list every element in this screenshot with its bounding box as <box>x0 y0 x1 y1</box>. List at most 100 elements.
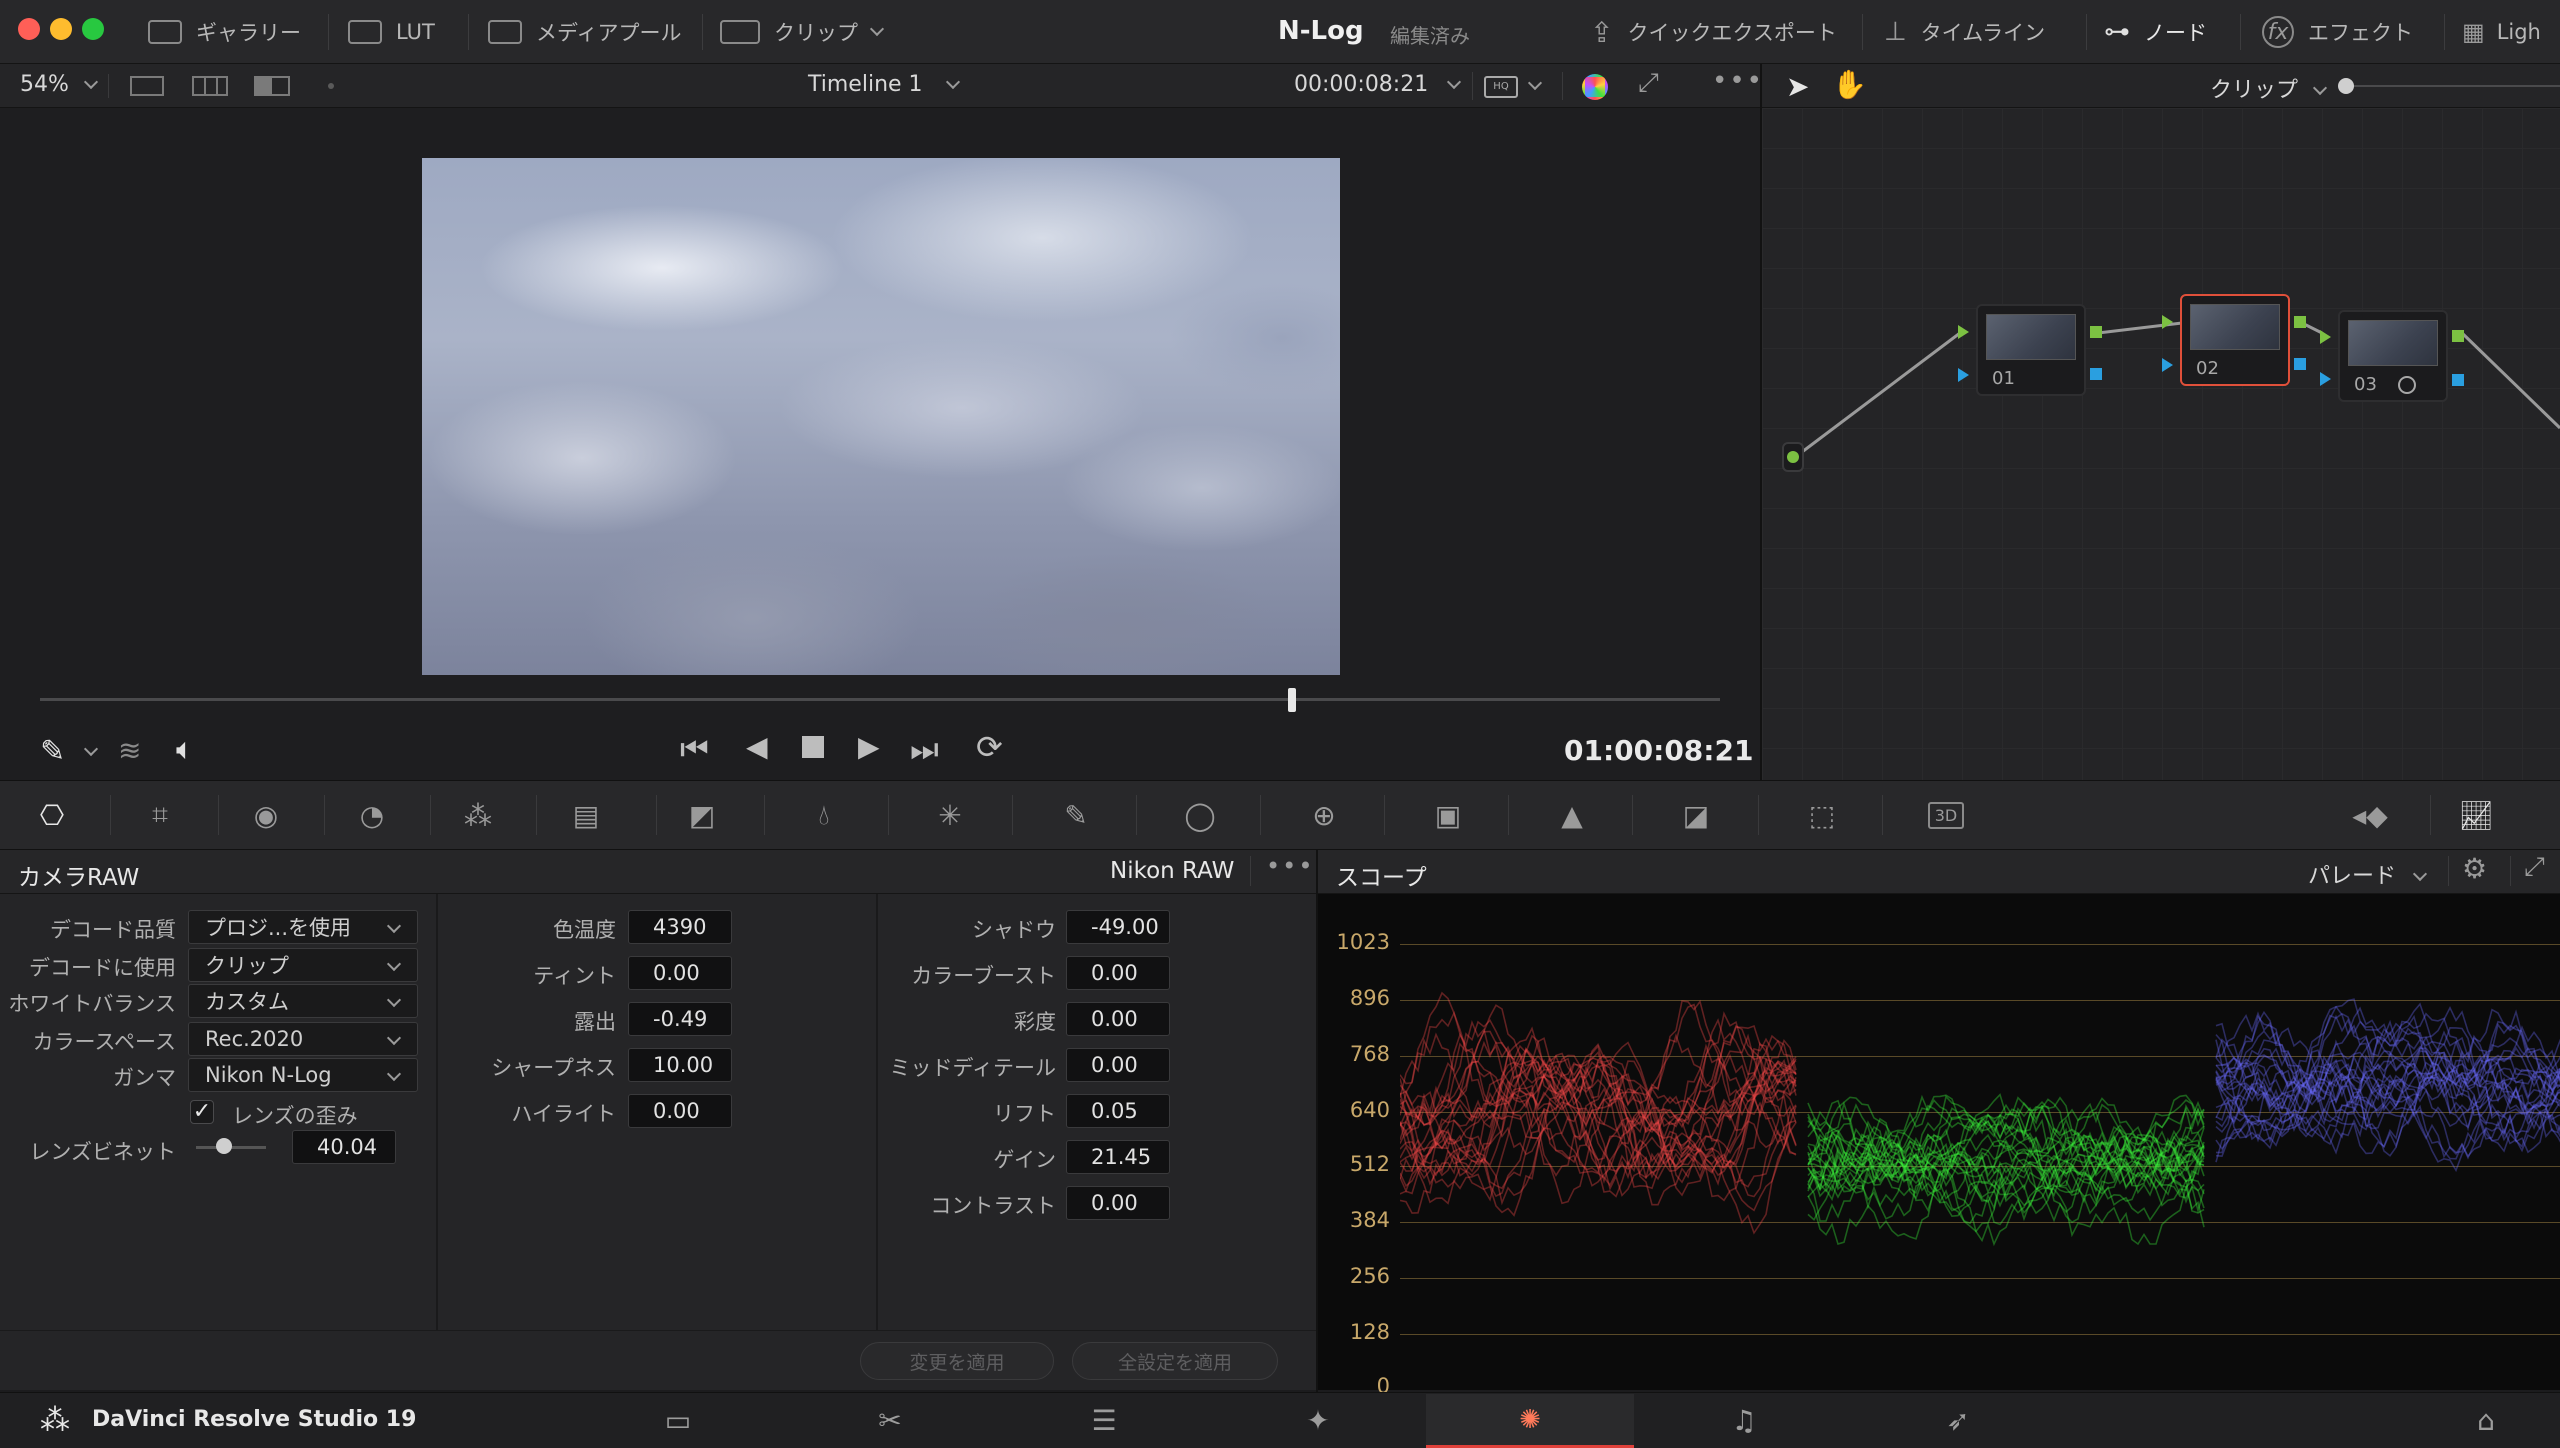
single-viewer-icon[interactable] <box>130 76 164 96</box>
gamma-select[interactable]: Nikon N-Log <box>188 1058 418 1092</box>
split-wipe-icon[interactable] <box>254 76 290 96</box>
alpha-output-pin[interactable] <box>2452 374 2464 386</box>
volume-icon[interactable]: 🔈︎ <box>176 732 194 767</box>
viewer-frame[interactable] <box>422 158 1340 675</box>
rgb-mixer-icon[interactable]: ⁂ <box>454 791 502 839</box>
power-window-icon[interactable]: ◯ <box>1176 791 1224 839</box>
cut-page-icon[interactable]: ✂ <box>868 1398 912 1442</box>
color-page-icon[interactable]: ✺ <box>1508 1398 1552 1442</box>
effects-button[interactable]: fx エフェクト <box>2262 0 2413 64</box>
vignette-slider-handle[interactable] <box>216 1138 232 1154</box>
hq-proxy-icon[interactable]: HQ <box>1484 76 1518 98</box>
primaries-wheels-icon[interactable]: ◉ <box>242 791 290 839</box>
rgb-output-pin[interactable] <box>2090 326 2102 338</box>
key-icon[interactable]: ◪ <box>1672 791 1720 839</box>
alpha-output-pin[interactable] <box>2090 368 2102 380</box>
scope-mode-select[interactable]: パレード <box>2308 858 2428 890</box>
gallery-view-icon[interactable] <box>192 76 228 96</box>
fusion-page-icon[interactable]: ✦ <box>1296 1398 1340 1442</box>
lut-button[interactable]: LUT <box>348 0 435 64</box>
lens-distortion-checkbox[interactable]: ✓ <box>190 1100 214 1124</box>
more-options-icon[interactable]: ••• <box>1266 852 1314 880</box>
apply-changes-button[interactable]: 変更を適用 <box>860 1342 1054 1380</box>
shadow-input[interactable]: -49.00 <box>1066 910 1170 944</box>
rgb-input-icon[interactable] <box>2162 315 2173 329</box>
collapse-palette-icon[interactable]: ◂◆ <box>2346 791 2394 839</box>
rgb-output-pin[interactable] <box>2294 316 2306 328</box>
node-02[interactable]: 02 <box>2180 294 2290 386</box>
fullscreen-icon[interactable]: ⤢ <box>1638 68 1659 99</box>
play-icon[interactable]: ▶ <box>858 730 880 763</box>
hdr-wheels-icon[interactable]: ◔ <box>348 791 396 839</box>
edit-page-icon[interactable]: ☰ <box>1082 1398 1126 1442</box>
decode-quality-select[interactable]: プロジ...を使用 <box>188 910 418 944</box>
motion-effects-icon[interactable]: ▤ <box>562 791 610 839</box>
camera-raw-icon[interactable]: ⎔ <box>28 791 76 839</box>
tracker-icon[interactable]: ⊕ <box>1300 791 1348 839</box>
color-space-select[interactable]: Rec.2020 <box>188 1022 418 1056</box>
playhead[interactable] <box>1287 688 1296 712</box>
color-boost-input[interactable]: 0.00 <box>1066 956 1170 990</box>
chevron-down-icon[interactable] <box>1527 75 1543 91</box>
rgb-output-pin[interactable] <box>2452 330 2464 342</box>
pointer-icon[interactable]: ➤ <box>1786 70 1809 103</box>
exposure-input[interactable]: -0.49 <box>628 1002 732 1036</box>
source-timecode-select[interactable]: 00:00:08:21 <box>1294 72 1462 97</box>
saturation-input[interactable]: 0.00 <box>1066 1002 1170 1036</box>
sizing-icon[interactable]: ⬚ <box>1798 791 1846 839</box>
stereo-3d-icon[interactable]: 3D <box>1922 791 1970 839</box>
alpha-input-icon[interactable] <box>2162 358 2173 372</box>
blur-icon[interactable]: ▲ <box>1548 791 1596 839</box>
white-balance-select[interactable]: カスタム <box>188 984 418 1018</box>
minimize-window-button[interactable] <box>50 18 72 40</box>
home-icon[interactable]: ⌂ <box>2464 1398 2508 1442</box>
zoom-window-button[interactable] <box>82 18 104 40</box>
mid-detail-input[interactable]: 0.00 <box>1066 1048 1170 1082</box>
gain-input[interactable]: 21.45 <box>1066 1140 1170 1174</box>
quick-export-button[interactable]: ⇪ クイックエクスポート <box>1590 0 1837 64</box>
color-match-icon[interactable]: ⌗ <box>136 791 184 839</box>
color-wheel-icon[interactable] <box>1582 74 1608 100</box>
vignette-input[interactable]: 40.04 <box>292 1130 396 1164</box>
alpha-input-icon[interactable] <box>1958 368 1969 382</box>
deliver-page-icon[interactable]: ➶ <box>1936 1398 1980 1442</box>
timeline-button[interactable]: ⊥ タイムライン <box>1884 0 2045 64</box>
contrast-input[interactable]: 0.00 <box>1066 1186 1170 1220</box>
expand-scope-icon[interactable]: ⤢ <box>2524 852 2545 883</box>
node-03[interactable]: 03 <box>2338 310 2448 402</box>
alpha-output-pin[interactable] <box>2294 358 2306 370</box>
node-input-source[interactable] <box>1782 442 1804 472</box>
lightbox-button[interactable]: ▦ Ligh <box>2462 0 2541 64</box>
clip-button[interactable]: クリップ <box>720 0 885 64</box>
qualifier-icon[interactable]: 💧︎ <box>800 791 848 839</box>
reverse-play-icon[interactable]: ◀ <box>746 730 768 763</box>
color-warper-icon[interactable]: ✳ <box>926 791 974 839</box>
jump-to-start-icon[interactable]: ⏮ <box>680 730 709 769</box>
curves-icon[interactable]: ◩ <box>678 791 726 839</box>
sharpness-input[interactable]: 10.00 <box>628 1048 732 1082</box>
tint-input[interactable]: 0.00 <box>628 956 732 990</box>
zoom-select[interactable]: 54% <box>20 72 98 97</box>
hand-icon[interactable]: ✋ <box>1832 68 1867 101</box>
rgb-input-icon[interactable] <box>1958 325 1969 339</box>
node-zoom-slider-handle[interactable] <box>2338 78 2354 94</box>
scrubber-track[interactable] <box>40 698 1720 701</box>
eyedropper-qualifier-icon[interactable]: ✎ <box>1052 791 1100 839</box>
scope-settings-icon[interactable]: ⚙ <box>2462 852 2487 885</box>
nodes-button[interactable]: ⊶ ノード <box>2104 0 2207 64</box>
node-01[interactable]: 01 <box>1976 304 2086 396</box>
apply-all-button[interactable]: 全設定を適用 <box>1072 1342 1278 1380</box>
more-options-icon[interactable]: ••• <box>1712 66 1764 96</box>
close-window-button[interactable] <box>18 18 40 40</box>
media-pool-button[interactable]: メディアプール <box>488 0 682 64</box>
loop-icon[interactable]: ⟳ <box>976 728 1003 766</box>
jump-to-end-icon[interactable]: ⏭ <box>910 730 939 769</box>
stop-icon[interactable] <box>802 736 824 758</box>
node-zoom-slider-track[interactable] <box>2342 85 2560 87</box>
decode-using-select[interactable]: クリップ <box>188 948 418 982</box>
scopes-icon[interactable]: 📈︎ <box>2452 791 2500 839</box>
alpha-input-icon[interactable] <box>2320 372 2331 386</box>
gallery-button[interactable]: ギャラリー <box>148 0 301 64</box>
fairlight-page-icon[interactable]: ♫ <box>1722 1398 1766 1442</box>
magic-mask-icon[interactable]: ▣ <box>1424 791 1472 839</box>
